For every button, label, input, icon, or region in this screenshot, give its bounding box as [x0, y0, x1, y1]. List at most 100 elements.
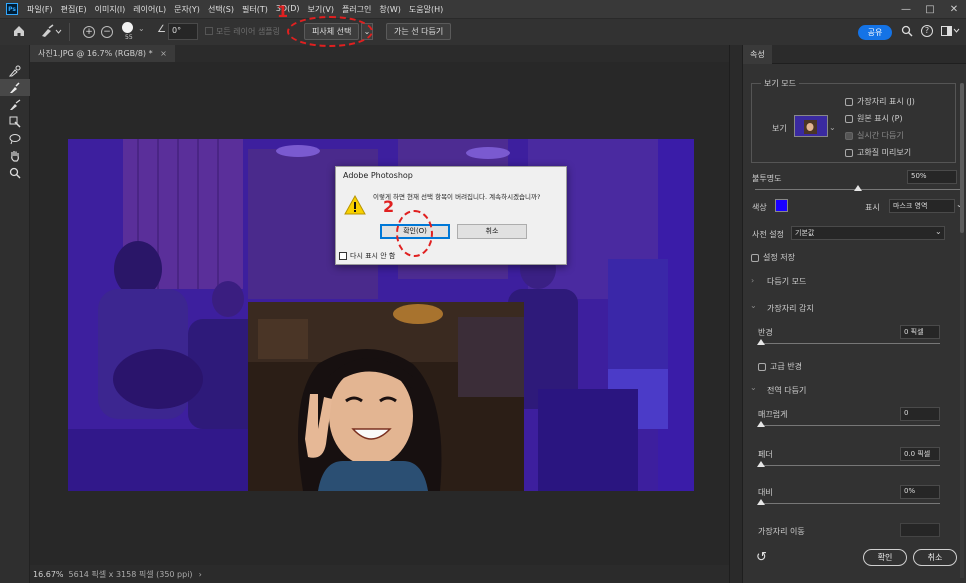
smooth-slider-thumb[interactable]	[757, 421, 765, 427]
shift-edge-label: 가장자리 이동	[758, 527, 805, 536]
show-mode-dropdown[interactable]: 마스크 영역	[889, 199, 955, 213]
status-bar: 16.67% 5614 픽셀 x 3158 픽셀 (350 ppi) ›	[30, 565, 729, 583]
workspace-icon[interactable]	[941, 26, 961, 39]
zoom-level[interactable]: 16.67%	[33, 570, 64, 579]
radius-slider-track[interactable]	[760, 343, 940, 344]
sample-all-layers-checkbox[interactable]	[205, 27, 213, 35]
menu-item[interactable]: 도움말(H)	[405, 4, 447, 15]
refine-mode-heading[interactable]: 다듬기 모드	[767, 276, 806, 287]
realtime-refine-checkbox[interactable]	[845, 132, 853, 140]
show-original-checkbox[interactable]	[845, 115, 853, 123]
hq-preview-checkbox[interactable]	[845, 149, 853, 157]
edge-detection-heading[interactable]: 가장자리 감지	[767, 303, 814, 314]
contrast-label: 대비	[758, 488, 773, 497]
warning-icon	[344, 194, 366, 218]
menu-item[interactable]: 플러그인	[338, 4, 375, 15]
panel-cancel-button[interactable]: 취소	[913, 549, 957, 566]
document-tab[interactable]: 사진1.JPG @ 16.7% (RGB/8) * ×	[30, 45, 175, 62]
tools-panel	[0, 45, 30, 583]
global-refine-heading[interactable]: 전역 다듬기	[767, 385, 806, 396]
menu-item[interactable]: 필터(T)	[238, 4, 272, 15]
status-menu-arrow-icon[interactable]: ›	[199, 570, 202, 579]
preset-dropdown[interactable]: 기본값	[791, 226, 945, 240]
contrast-slider-track[interactable]	[760, 503, 940, 504]
opacity-input[interactable]: 50%	[907, 170, 957, 184]
menu-items: 파일(F) 편집(E) 이미지(I) 레이어(L) 문자(Y) 선택(S) 필터(T) 3D(…	[23, 4, 447, 15]
preset-chevron-icon[interactable]: ⌄	[935, 227, 942, 236]
quick-selection-tool-icon[interactable]	[0, 79, 30, 96]
radius-slider-thumb[interactable]	[757, 339, 765, 345]
menu-item[interactable]: 파일(F)	[23, 4, 57, 15]
save-settings-checkbox[interactable]	[751, 254, 759, 262]
dont-show-again[interactable]: 다시 표시 안 함	[339, 251, 395, 261]
view-mode-thumbnail[interactable]	[794, 115, 828, 137]
menu-bar: Ps 파일(F) 편집(E) 이미지(I) 레이어(L) 문자(Y) 선택(S) 필터(T)…	[0, 0, 966, 18]
close-tab-icon[interactable]: ×	[160, 49, 167, 58]
feather-input[interactable]: 0.0 픽셀	[900, 447, 940, 461]
search-icon[interactable]	[901, 25, 913, 40]
angle-input[interactable]: 0°	[168, 23, 198, 40]
menu-item[interactable]: 레이어(L)	[129, 4, 170, 15]
chevron-down-icon[interactable]: ⌄	[750, 301, 757, 310]
cancel-button[interactable]: 취소	[457, 224, 527, 239]
shift-edge-input[interactable]	[900, 523, 940, 537]
radius-input[interactable]: 0 픽셀	[900, 325, 940, 339]
smart-radius-checkbox[interactable]	[758, 363, 766, 371]
close-window-button[interactable]: ✕	[942, 0, 966, 18]
minimize-button[interactable]: —	[894, 0, 918, 18]
share-button[interactable]: 공유	[858, 25, 892, 40]
smooth-input[interactable]: 0	[900, 407, 940, 421]
opacity-slider-thumb[interactable]	[853, 185, 862, 191]
menu-item[interactable]: 편집(E)	[57, 4, 91, 15]
view-mode-dropdown-icon[interactable]: ⌄	[829, 123, 836, 132]
contrast-slider-thumb[interactable]	[757, 499, 765, 505]
hand-tool-icon[interactable]	[0, 147, 30, 164]
refine-edge-brush-icon[interactable]	[0, 96, 30, 113]
contrast-input[interactable]: 0%	[900, 485, 940, 499]
brush-size-picker[interactable]: 55	[122, 22, 133, 41]
home-icon[interactable]	[12, 24, 26, 41]
zoom-tool-icon[interactable]	[0, 164, 30, 181]
feather-slider-thumb[interactable]	[757, 461, 765, 467]
panel-scrollbar[interactable]	[960, 83, 964, 578]
tab-properties[interactable]: 속성	[743, 45, 772, 64]
menu-item[interactable]: 보기(V)	[304, 4, 338, 15]
quick-selection-brush-icon[interactable]	[40, 24, 62, 41]
help-icon[interactable]: ?	[921, 25, 933, 37]
panel-footer: ↺ 확인 취소	[743, 545, 961, 583]
smart-radius-label: 고급 반경	[770, 362, 802, 371]
show-mode-label: 표시	[865, 203, 880, 212]
photoshop-logo: Ps	[6, 3, 18, 15]
feather-label: 페더	[758, 450, 773, 459]
annotation-circle-2	[396, 210, 433, 257]
menu-item[interactable]: 창(W)	[375, 4, 405, 15]
feather-slider-track[interactable]	[760, 465, 940, 466]
chevron-down-icon[interactable]: ⌄	[138, 24, 145, 33]
save-settings-label: 설정 저장	[763, 253, 795, 262]
properties-panel: 속성 보기 모드 보기 ⌄ 가장자리 표시 (J) 원본 표시 (P) 실시간 …	[742, 45, 966, 583]
brush-tool-icon[interactable]	[0, 113, 30, 130]
chevron-down-icon[interactable]: ⌄	[750, 383, 757, 392]
canvas-area[interactable]	[30, 62, 729, 565]
maximize-button[interactable]: □	[918, 0, 942, 18]
document-tab-title: 사진1.JPG @ 16.7% (RGB/8) *	[38, 49, 153, 58]
panel-ok-button[interactable]: 확인	[863, 549, 907, 566]
document-tab-bar: 사진1.JPG @ 16.7% (RGB/8) * ×	[30, 45, 729, 62]
chevron-right-icon[interactable]: ›	[751, 276, 754, 285]
document-info: 5614 픽셀 x 3158 픽셀 (350 ppi)	[68, 569, 193, 579]
mask-color-swatch[interactable]	[775, 199, 788, 212]
add-to-selection-icon[interactable]: +	[83, 26, 95, 38]
reset-icon[interactable]: ↺	[756, 550, 767, 565]
dont-show-again-checkbox[interactable]	[339, 252, 347, 260]
options-bar: + − 55 ⌄ ∠ 0° 모든 레이어 샘플링 피사체 선택 ⌄ 가는 선 다…	[0, 18, 966, 45]
smooth-slider-track[interactable]	[760, 425, 940, 426]
menu-item[interactable]: 선택(S)	[204, 4, 238, 15]
lasso-tool-icon[interactable]	[0, 130, 30, 147]
menu-item[interactable]: 이미지(I)	[91, 4, 130, 15]
panel-scrollbar-thumb[interactable]	[960, 83, 964, 233]
refine-hair-button[interactable]: 가는 선 다듬기	[386, 23, 452, 40]
menu-item[interactable]: 문자(Y)	[170, 4, 204, 15]
object-selection-tool-icon[interactable]	[0, 62, 30, 79]
show-edges-checkbox[interactable]	[845, 98, 853, 106]
subtract-from-selection-icon[interactable]: −	[101, 26, 113, 38]
